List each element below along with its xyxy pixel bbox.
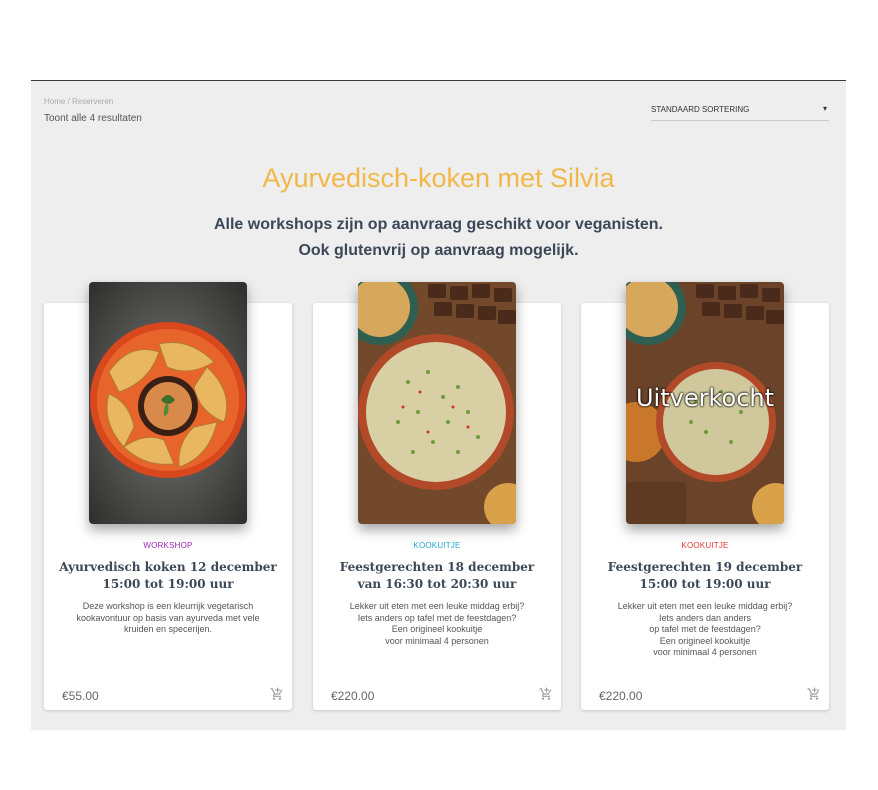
subtitle-line-2: Ook glutenvrij op aanvraag mogelijk.	[298, 242, 579, 259]
add-to-cart-icon[interactable]	[270, 686, 284, 700]
product-image-feast-dishes[interactable]: Uitverkocht	[626, 282, 784, 524]
breadcrumb-separator: /	[65, 97, 73, 106]
product-card[interactable]: Uitverkocht KOOKUITJE Feestgerechten 19 …	[581, 282, 829, 710]
sort-selected-value: STANDAARD SORTERING	[651, 105, 750, 114]
product-title[interactable]: Feestgerechten 18 december van 16:30 tot…	[327, 559, 547, 593]
caret-down-icon: ▾	[822, 104, 827, 113]
breadcrumb-current: Reserveren	[72, 97, 114, 106]
product-category[interactable]: KOOKUITJE	[581, 541, 829, 550]
product-description: Lekker uit eten met een leuke middag erb…	[349, 601, 525, 646]
product-price: €220.00	[599, 689, 643, 703]
page-title: Ayurvedisch-koken met Silvia	[262, 163, 615, 193]
sold-out-badge: Uitverkocht	[635, 384, 775, 412]
product-description: Lekker uit eten met een leuke middag erb…	[617, 601, 793, 657]
breadcrumb: Home / Reserveren	[44, 97, 113, 106]
product-description: Deze workshop is een kleurrijk vegetaris…	[76, 601, 260, 634]
product-title[interactable]: Feestgerechten 19 december 15:00 tot 19:…	[595, 559, 815, 593]
product-category[interactable]: WORKSHOP	[44, 541, 292, 550]
product-card[interactable]: WORKSHOP Ayurvedisch koken 12 december 1…	[44, 282, 292, 710]
sort-select[interactable]: STANDAARD SORTERING ▾	[651, 101, 829, 121]
shop-page: Home / Reserveren Toont alle 4 resultate…	[31, 80, 846, 730]
result-count: Toont alle 4 resultaten	[44, 113, 142, 124]
page-subtitle: Alle workshops zijn op aanvraag geschikt…	[31, 212, 846, 264]
subtitle-line-1: Alle workshops zijn op aanvraag geschikt…	[213, 216, 663, 233]
product-image-rice-dish[interactable]	[358, 282, 516, 524]
product-title[interactable]: Ayurvedisch koken 12 december 15:00 tot …	[58, 559, 278, 593]
product-price: €220.00	[331, 689, 375, 703]
breadcrumb-home-link[interactable]: Home	[44, 97, 65, 106]
add-to-cart-icon[interactable]	[807, 686, 821, 700]
product-image-chapati[interactable]	[89, 282, 247, 524]
product-price: €55.00	[62, 689, 99, 703]
product-card[interactable]: KOOKUITJE Feestgerechten 18 december van…	[313, 282, 561, 710]
add-to-cart-icon[interactable]	[539, 686, 553, 700]
product-category[interactable]: KOOKUITJE	[313, 541, 561, 550]
